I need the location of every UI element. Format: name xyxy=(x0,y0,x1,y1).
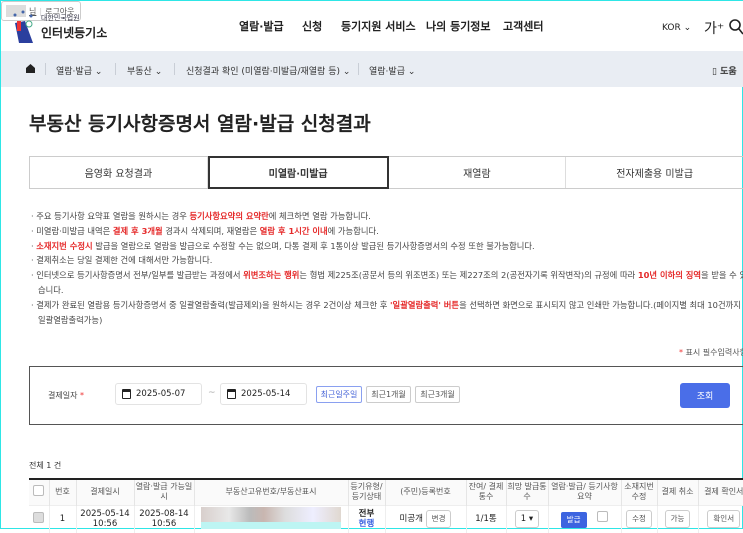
breadcrumb: 열람·발급 ⌄ 부동산 ⌄ 신청결과 확인 (미열람·미발급/재열람 등) ⌄ … xyxy=(1,51,743,87)
summary-checkbox[interactable] xyxy=(597,510,609,522)
hope-count-select[interactable]: 1 ▾ xyxy=(514,510,540,529)
notice-item: · 미열람·미발급 내역은 결제 후 3개월 경과시 삭제되며, 재열람은 열람… xyxy=(31,225,379,236)
tab-masking-results[interactable]: 음영화 요청결과 xyxy=(30,157,208,188)
nav-customer-center[interactable]: 고객센터 xyxy=(503,18,543,34)
search-icon[interactable] xyxy=(729,19,743,35)
font-size-button[interactable]: 가⁺ xyxy=(704,18,724,38)
period-1month-button[interactable]: 최근1개월 xyxy=(366,386,411,403)
table-header-row: 번호 결제일시 열람·발급 가능일시 부동산고유번호/부동산표시 등기유형/ 등… xyxy=(29,479,743,505)
logo-title: 인터넷등기소 xyxy=(41,26,108,40)
col-header: 열람·발급 가능일시 xyxy=(133,479,194,505)
logo-subtitle: 대한민국법원 xyxy=(41,14,80,22)
col-header: 결제 취소 xyxy=(656,479,698,505)
cancel-payment-button[interactable]: 가능 xyxy=(664,510,691,529)
language-select[interactable]: KOR ⌄ xyxy=(662,23,691,33)
col-header: 소재지번 수정 xyxy=(620,479,657,505)
nav-apply[interactable]: 신청 xyxy=(302,18,322,34)
tab-unviewed-unissued[interactable]: 미열람·미발급 xyxy=(207,156,389,189)
col-header: 잔여/ 결제통수 xyxy=(465,479,506,505)
col-header: 결제 확인서 xyxy=(697,479,743,505)
notice-item: · 결제취소는 당일 결제한 건에 대해서만 가능합니다. xyxy=(31,255,213,266)
language-label: KOR xyxy=(662,23,681,33)
notice-item: · 주요 등기사항 요약표 열람을 원하시는 경우 등기사항요약의 요약란에 체… xyxy=(31,211,371,221)
notice-list: · 주요 등기사항 요약표 열람을 원하시는 경우 등기사항요약의 요약란에 체… xyxy=(31,209,743,327)
notice-item: · 소재지번 수정시 발급을 열람으로 열람을 발급으로 수정할 수는 없으며,… xyxy=(31,240,535,251)
col-header: 희망 발급통수 xyxy=(505,479,548,505)
payment-date-label: 결제일자 * xyxy=(48,391,84,400)
breadcrumb-item[interactable]: 신청결과 확인 (미열람·미발급/재열람 등) ⌄ xyxy=(186,64,350,77)
home-icon[interactable] xyxy=(25,63,36,74)
col-header: (주민)등록번호 xyxy=(384,479,466,505)
notice-item: · 인터넷으로 등기사항증명서 전부/일부를 발급받는 과정에서 위변조하는 행… xyxy=(31,270,743,295)
help-button[interactable]: ▯ 도움 xyxy=(712,64,737,77)
search-button[interactable]: 조회 xyxy=(680,383,730,408)
nav-my-info[interactable]: 나의 등기정보 xyxy=(426,18,491,34)
date-to-input[interactable]: 2025-05-14 xyxy=(220,383,307,405)
col-header: 부동산고유번호/부동산표시 xyxy=(193,479,348,505)
tab-electronic-unissued[interactable]: 전자제출용 미발급 xyxy=(566,157,743,188)
tab-review[interactable]: 재열람 xyxy=(389,157,567,188)
receipt-button[interactable]: 확인서 xyxy=(707,510,741,529)
modify-button[interactable]: 수정 xyxy=(626,510,652,529)
change-button[interactable]: 변경 xyxy=(425,510,452,529)
col-header: 번호 xyxy=(48,479,76,505)
header: 대한민국법원 인터넷등기소 열람·발급 신청 등기지원 서비스 나의 등기정보 … xyxy=(1,1,743,51)
results-table: 번호 결제일시 열람·발급 가능일시 부동산고유번호/부동산표시 등기유형/ 등… xyxy=(29,478,743,533)
breadcrumb-item[interactable]: 부동산 ⌄ xyxy=(127,64,162,77)
nav-support[interactable]: 등기지원 서비스 xyxy=(341,18,416,34)
nav-view-issue[interactable]: 열람·발급 xyxy=(239,18,284,34)
logo[interactable]: 대한민국법원 인터넷등기소 xyxy=(9,9,109,43)
total-count: 전체 1 건 xyxy=(29,461,62,470)
calendar-icon[interactable] xyxy=(227,389,236,399)
calendar-icon[interactable] xyxy=(122,389,131,399)
col-header: 열람·발급/ 등기사항요약 xyxy=(547,479,621,505)
page-title: 부동산 등기사항증명서 열람·발급 신청결과 xyxy=(29,113,371,135)
tabs: 음영화 요청결과 미열람·미발급 재열람 전자제출용 미발급 xyxy=(29,156,743,189)
property-info-redacted[interactable] xyxy=(201,506,341,529)
select-all-checkbox[interactable] xyxy=(29,479,49,505)
issue-button[interactable]: 발급 xyxy=(560,511,587,528)
col-header: 결제일시 xyxy=(75,479,134,505)
date-separator: ~ xyxy=(208,388,216,398)
breadcrumb-item[interactable]: 열람·발급 ⌄ xyxy=(369,64,415,77)
breadcrumb-item[interactable]: 열람·발급 ⌄ xyxy=(56,64,102,77)
required-note: * 표시 필수입력사항 xyxy=(679,348,743,357)
court-logo-icon xyxy=(13,10,33,43)
notice-item: · 결제가 완료된 열람용 등기사항증명서 중 일괄열람출력(발급제외)을 원하… xyxy=(31,299,741,325)
date-from-input[interactable]: 2025-05-07 xyxy=(115,383,202,405)
period-1week-button[interactable]: 최근일주일 xyxy=(316,386,362,403)
col-header: 등기유형/ 등기상태 xyxy=(347,479,385,505)
row-checkbox[interactable] xyxy=(33,512,45,524)
search-panel: 결제일자 * 2025-05-07 ~ 2025-05-14 최근일주일 최근1… xyxy=(29,366,743,425)
period-3month-button[interactable]: 최근3개월 xyxy=(415,386,460,403)
